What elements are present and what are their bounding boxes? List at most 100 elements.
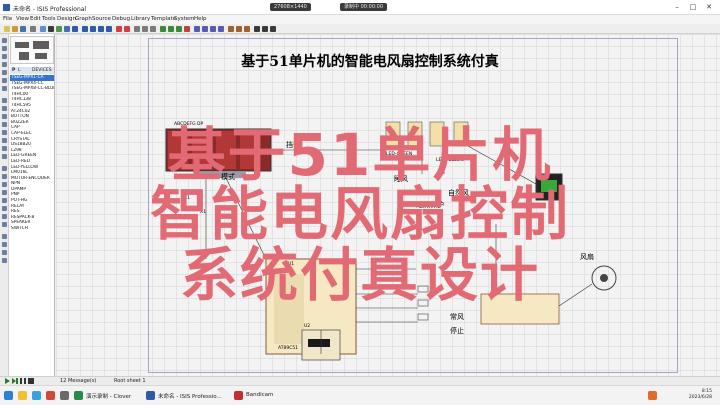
menu-graph[interactable]: Graph (75, 16, 92, 22)
message-count[interactable]: 12 Message(s) (60, 378, 96, 384)
zoom-in-icon[interactable] (82, 26, 88, 32)
overview-preview[interactable] (10, 36, 54, 64)
stop-simulation-icon[interactable] (28, 378, 34, 384)
search-tag-icon[interactable] (236, 26, 242, 32)
zoom-area-icon[interactable] (106, 26, 112, 32)
electrical-check-icon[interactable] (270, 26, 276, 32)
undo-icon[interactable] (116, 26, 122, 32)
menu-edit[interactable]: Edit (30, 16, 41, 22)
grid-toggle-icon[interactable] (48, 26, 54, 32)
block-copy-icon[interactable] (160, 26, 166, 32)
preview-shape (35, 53, 47, 59)
selection-mode-icon[interactable] (2, 38, 7, 43)
isis-app-icon (3, 4, 10, 11)
window-title-bar: 未命名 - ISIS Professional 27608×1440 录制中 0… (0, 0, 720, 15)
refresh-icon[interactable] (40, 26, 46, 32)
close-button[interactable]: ✕ (702, 2, 716, 13)
menu-system[interactable]: System (174, 16, 195, 22)
wire-label-icon[interactable] (2, 62, 7, 67)
menu-source[interactable]: Source (92, 16, 111, 22)
device-list-item[interactable]: 7SEG-MPX8-CC-BLUE (10, 86, 54, 92)
menu-view[interactable]: View (16, 16, 29, 22)
property-tool-icon[interactable] (244, 26, 250, 32)
print-icon[interactable] (30, 26, 36, 32)
minimize-button[interactable]: – (670, 2, 684, 13)
preview-shape (33, 41, 49, 49)
junction-dot-icon[interactable] (2, 54, 7, 59)
zoom-all-icon[interactable] (98, 26, 104, 32)
origin-icon[interactable] (56, 26, 62, 32)
block-move-icon[interactable] (168, 26, 174, 32)
new-file-icon[interactable] (4, 26, 10, 32)
menu-template[interactable]: Template (151, 16, 176, 22)
taskbar-clock[interactable]: 8:15 2023/6/28 (689, 389, 712, 401)
menu-file[interactable]: File (3, 16, 12, 22)
pause-simulation-icon[interactable] (20, 378, 26, 384)
wire-autorouter-icon[interactable] (228, 26, 234, 32)
desktop-screen: 未命名 - ISIS Professional 27608×1440 录制中 0… (0, 0, 720, 405)
block-delete-icon[interactable] (184, 26, 190, 32)
browser-icon[interactable] (32, 391, 41, 400)
terminal-icon[interactable] (2, 98, 7, 103)
label-chip: AT89C51 (278, 346, 299, 351)
sensor-display (308, 339, 330, 347)
save-icon[interactable] (20, 26, 26, 32)
redo-icon[interactable] (124, 26, 130, 32)
devices-header: P L DEVICES (10, 67, 54, 74)
window-title: 未命名 - ISIS Professional (13, 6, 87, 13)
overlay-caption-line3: 系统付真设计 (179, 241, 540, 309)
decompose-icon[interactable] (218, 26, 224, 32)
devices-title: DEVICES (32, 68, 52, 73)
start-icon[interactable] (4, 391, 13, 400)
menu-tools[interactable]: Tools (42, 16, 56, 22)
explorer-icon[interactable] (18, 391, 27, 400)
netlist-icon[interactable] (254, 26, 260, 32)
pick-device-icon[interactable] (194, 26, 200, 32)
package-tool-icon[interactable] (210, 26, 216, 32)
subcircuit-icon[interactable] (2, 86, 7, 91)
menu-debug[interactable]: Debug (112, 16, 130, 22)
make-device-icon[interactable] (202, 26, 208, 32)
status-bar: 12 Message(s) Root sheet 1 (0, 376, 720, 385)
pan-icon[interactable] (72, 26, 78, 32)
text-script-icon[interactable] (2, 70, 7, 75)
block-rotate-icon[interactable] (176, 26, 182, 32)
component-mode-icon[interactable] (2, 46, 7, 51)
copy-icon[interactable] (142, 26, 148, 32)
taskbar-item-isis[interactable]: 未命名 - ISIS Professio... (158, 392, 222, 400)
label-normal-wind: 常风 (450, 313, 464, 321)
clover-icon[interactable] (74, 391, 83, 400)
menu-help[interactable]: Help (194, 16, 207, 22)
maximize-button[interactable]: □ (686, 2, 700, 13)
sheet-name: Root sheet 1 (114, 378, 146, 384)
step-simulation-icon[interactable] (12, 378, 18, 384)
resolution-pill: 27608×1440 (270, 3, 311, 11)
open-folder-icon[interactable] (12, 26, 18, 32)
zoom-out-icon[interactable] (90, 26, 96, 32)
app-icon[interactable] (46, 391, 55, 400)
preview-shape (19, 52, 29, 60)
label-stop: 停止 (450, 327, 464, 335)
tray-app-icon[interactable] (648, 391, 657, 400)
crosshair-icon[interactable] (64, 26, 70, 32)
main-toolbar (0, 24, 720, 34)
menu-bar: File View Edit Tools Design Graph Source… (0, 15, 720, 24)
preview-shape (15, 42, 29, 48)
push-button[interactable] (417, 313, 429, 321)
schematic-title: 基于51单片机的智能电风扇控制系统付真 (241, 54, 499, 70)
pick-devices-button[interactable]: P (12, 67, 15, 74)
bandicam-icon[interactable] (234, 391, 243, 400)
library-manager-button[interactable]: L (18, 67, 21, 74)
play-simulation-icon[interactable] (4, 378, 10, 384)
isis-taskbar-icon[interactable] (146, 391, 155, 400)
bill-of-materials-icon[interactable] (262, 26, 268, 32)
menu-library[interactable]: Library (131, 16, 150, 22)
clock-date: 2023/6/28 (688, 395, 712, 400)
menu-design[interactable]: Design (57, 16, 76, 22)
bus-icon[interactable] (2, 78, 7, 83)
cut-icon[interactable] (134, 26, 140, 32)
taskbar-item-clover[interactable]: 演示录制 - Clover (86, 392, 131, 400)
settings-icon[interactable] (60, 391, 69, 400)
taskbar-item-bandicam[interactable]: Bandicam (246, 392, 273, 398)
paste-icon[interactable] (150, 26, 156, 32)
